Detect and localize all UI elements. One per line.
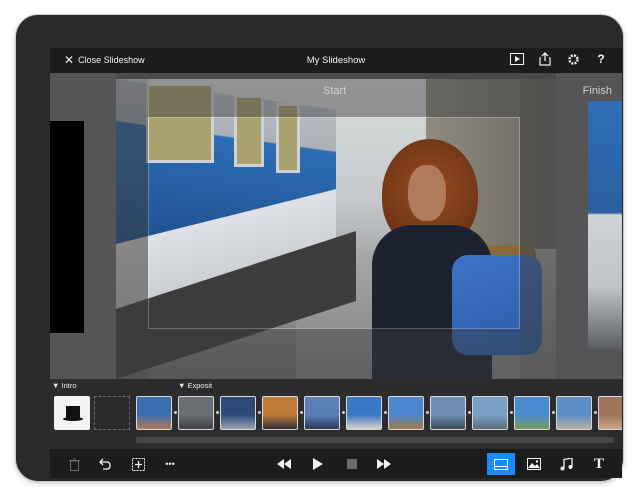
crop-frame[interactable] [148, 117, 520, 329]
slide-stage: Start Finish [50, 73, 622, 379]
add-slide-icon[interactable] [128, 454, 148, 474]
slide-thumb-2[interactable] [178, 396, 214, 430]
music-icon[interactable] [556, 454, 576, 474]
transition-dot[interactable] [174, 411, 177, 414]
bottom-toolbar: ••• T [50, 449, 622, 478]
transition-dot[interactable] [552, 411, 555, 414]
transition-dot[interactable] [510, 411, 513, 414]
top-actions: ? [510, 52, 608, 66]
magic-hat-icon [63, 404, 83, 422]
play-preview-icon[interactable] [510, 52, 524, 66]
timeline-thumbnails [50, 393, 622, 433]
intro-thumb[interactable] [54, 396, 90, 430]
slide-thumb-10[interactable] [514, 396, 550, 430]
slide-thumb-3[interactable] [220, 396, 256, 430]
layout-icon[interactable] [487, 453, 515, 475]
settings-gear-icon[interactable] [566, 52, 580, 66]
slide-thumb-4[interactable] [262, 396, 298, 430]
slide-thumb-7[interactable] [388, 396, 424, 430]
top-navigation-bar: ✕ Close Slideshow My Slideshow ? [50, 48, 622, 73]
previous-slide-thumbnail [50, 121, 84, 333]
slide-thumb-9[interactable] [472, 396, 508, 430]
current-slide-photo[interactable] [116, 79, 556, 379]
skip-forward-icon[interactable] [374, 454, 394, 474]
start-label: Start [323, 85, 347, 97]
transition-dot[interactable] [342, 411, 345, 414]
transition-dot[interactable] [258, 411, 261, 414]
app-screen: ✕ Close Slideshow My Slideshow ? Start F… [50, 48, 622, 478]
transition-dot[interactable] [468, 411, 471, 414]
timeline: ▼ Intro ▼ Exposit [50, 379, 622, 449]
slide-thumb-11[interactable] [556, 396, 592, 430]
transition-dot[interactable] [384, 411, 387, 414]
slide-thumb-5[interactable] [304, 396, 340, 430]
ipad-frame: ✕ Close Slideshow My Slideshow ? Start F… [16, 15, 623, 481]
share-icon[interactable] [538, 52, 552, 66]
slide-thumb-12[interactable] [598, 396, 622, 430]
previous-slide-panel[interactable] [50, 73, 116, 379]
more-icon[interactable]: ••• [160, 454, 180, 474]
transition-dot[interactable] [594, 411, 597, 414]
play-icon[interactable] [308, 454, 328, 474]
help-icon[interactable]: ? [594, 52, 608, 66]
transition-dot[interactable] [426, 411, 429, 414]
skip-back-icon[interactable] [274, 454, 294, 474]
stop-icon[interactable] [342, 454, 362, 474]
timeline-scrubber[interactable] [136, 437, 614, 443]
segment-label-exposition[interactable]: ▼ Exposit [178, 381, 212, 390]
undo-icon[interactable] [96, 454, 116, 474]
trash-icon[interactable] [64, 454, 84, 474]
next-slide-thumbnail [588, 101, 622, 349]
photo-icon[interactable] [524, 454, 544, 474]
transition-dot[interactable] [300, 411, 303, 414]
text-icon[interactable]: T [589, 454, 609, 474]
finish-label: Finish [582, 85, 612, 97]
empty-slot[interactable] [94, 396, 130, 430]
transition-dot[interactable] [216, 411, 219, 414]
slide-thumb-6[interactable] [346, 396, 382, 430]
next-slide-panel[interactable] [556, 73, 622, 379]
segment-label-intro[interactable]: ▼ Intro [52, 381, 77, 390]
slide-thumb-8[interactable] [430, 396, 466, 430]
slide-thumb-1[interactable] [136, 396, 172, 430]
